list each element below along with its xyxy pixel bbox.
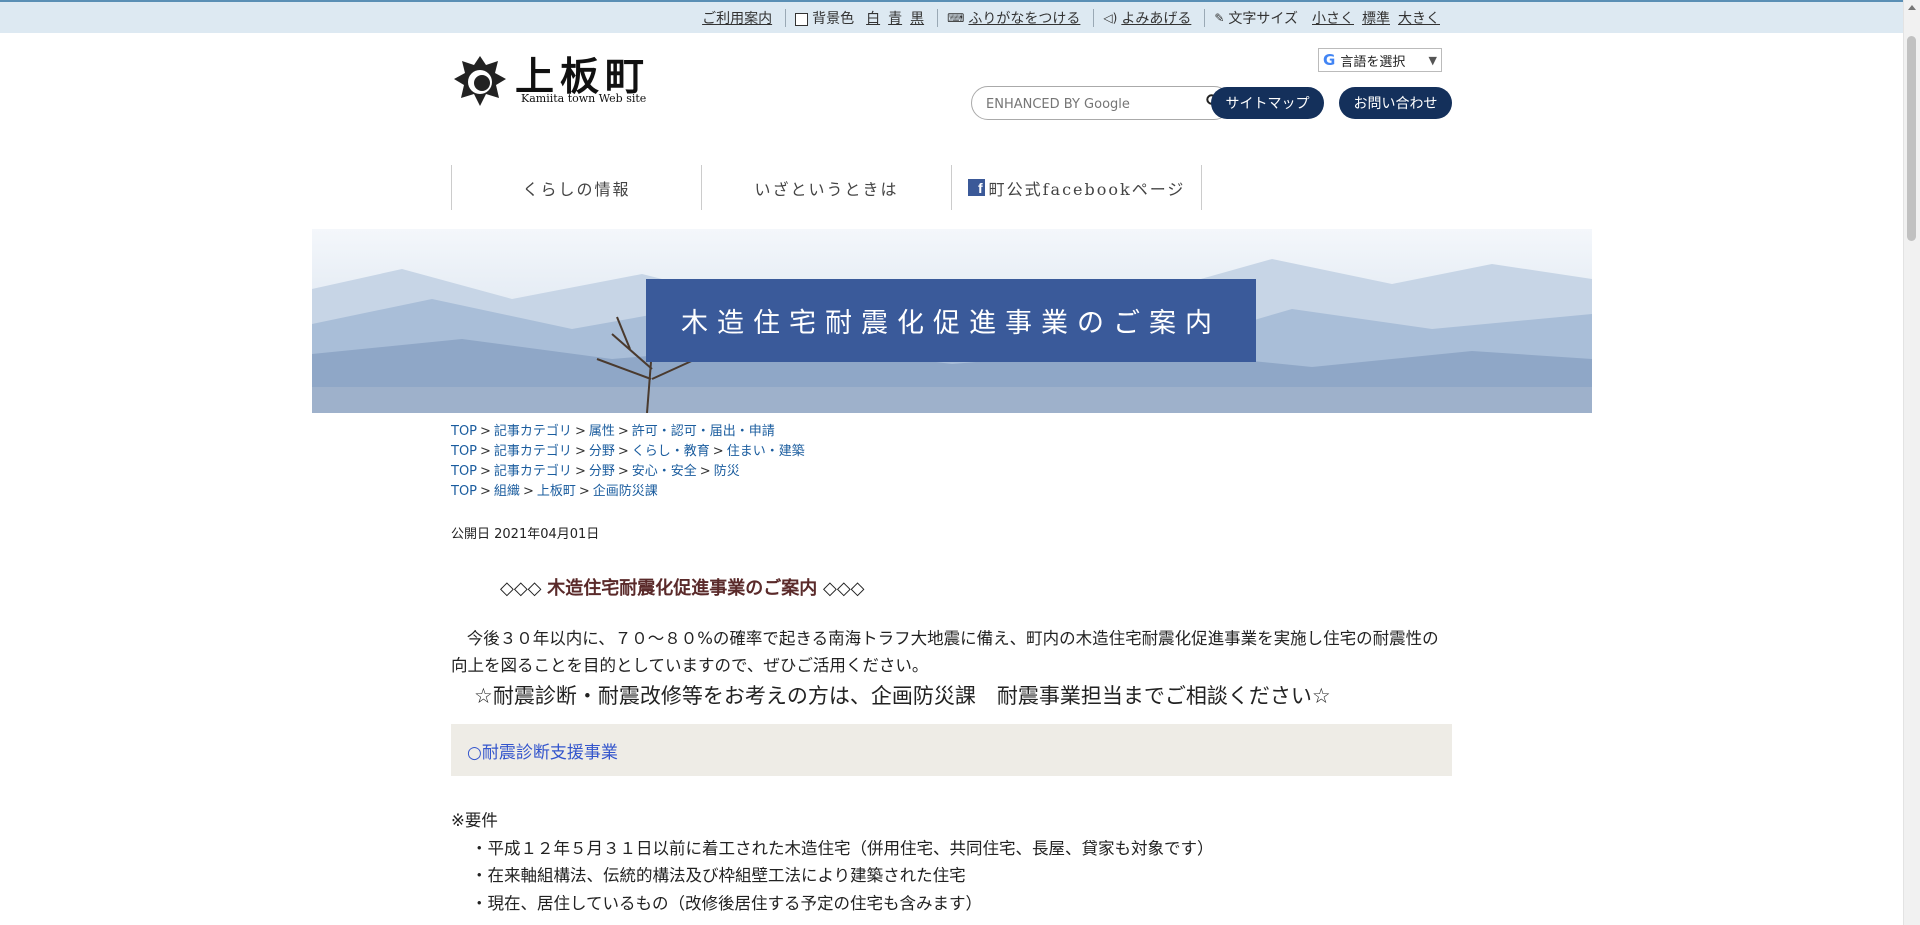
divider [1093, 9, 1095, 27]
published-date: 公開日 2021年04月01日 [451, 527, 600, 542]
scroll-up-icon[interactable] [1908, 5, 1916, 10]
font-large-link[interactable]: 大きく [1398, 8, 1440, 28]
breadcrumb-separator: > [522, 484, 534, 499]
article-title-text: 木造住宅耐震化促進事業のご案内 [547, 578, 818, 599]
divider [785, 9, 787, 27]
bg-black-link[interactable]: 黒 [910, 8, 924, 28]
town-emblem-icon [454, 56, 506, 106]
breadcrumb-link[interactable]: 記事カテゴリ [494, 424, 572, 439]
site-search [971, 86, 1231, 120]
nav-item-label: いざというときは [754, 179, 899, 199]
nav-item-emergency[interactable]: いざというときは [701, 165, 951, 210]
list-item: ・平成１２年５月３１日以前に着工された木造住宅（併用住宅、共同住宅、長屋、貸家も… [471, 838, 1214, 858]
breadcrumb-separator: > [480, 484, 491, 499]
bg-blue-link[interactable]: 青 [888, 8, 902, 28]
font-size-icon: ✎ [1214, 11, 1225, 25]
breadcrumb-link[interactable]: 安心・安全 [632, 464, 697, 479]
language-select-label: 言語を選択 [1340, 54, 1406, 70]
sitemap-button[interactable]: サイトマップ [1211, 87, 1324, 119]
requirements-heading: ※要件 [451, 811, 498, 830]
breadcrumb-link[interactable]: 許可・認可・届出・申請 [632, 424, 775, 439]
breadcrumb-link[interactable]: 属性 [589, 424, 615, 439]
bg-white-link[interactable]: 白 [866, 8, 880, 28]
banner-title: 木造住宅耐震化促進事業のご案内 [646, 279, 1256, 362]
breadcrumb-link[interactable]: 分野 [589, 464, 615, 479]
contact-button[interactable]: お問い合わせ [1339, 87, 1452, 119]
breadcrumb-separator: > [480, 444, 491, 459]
breadcrumb-separator: > [574, 444, 586, 459]
breadcrumb-separator: > [617, 444, 629, 459]
intro-text: 今後３０年以内に、７０～８０%の確率で起きる南海トラフ大地震に備え、町内の木造住… [451, 629, 1439, 675]
breadcrumb-separator: > [480, 464, 491, 479]
nav-item-label: くらしの情報 [522, 179, 631, 199]
breadcrumb-separator: > [712, 444, 724, 459]
list-item: ・現在、居住しているもの（改修後居住する予定の住宅も含みます） [471, 893, 983, 913]
breadcrumb-link[interactable]: TOP [451, 484, 477, 499]
read-aloud-link[interactable]: よみあげる [1121, 8, 1191, 28]
breadcrumb-link[interactable]: 記事カテゴリ [494, 464, 572, 479]
utility-links: ご利用案内 背景色 白 青 黒 ⌨ ふりがなをつける ◁) よみあげる ✎ 文字… [698, 8, 1444, 28]
section-heading: ○耐震診断支援事業 [451, 724, 1452, 776]
breadcrumb-separator: > [617, 464, 629, 479]
utility-bar: ご利用案内 背景色 白 青 黒 ⌨ ふりがなをつける ◁) よみあげる ✎ 文字… [0, 0, 1904, 33]
breadcrumb-link[interactable]: くらし・教育 [632, 444, 710, 459]
title-decoration: ◇◇◇ [500, 578, 542, 599]
speaker-icon: ◁) [1103, 11, 1118, 25]
breadcrumb-separator: > [578, 484, 590, 499]
breadcrumb-link[interactable]: 防災 [714, 464, 740, 479]
breadcrumb-row: TOP > 記事カテゴリ > 分野 > 安心・安全 > 防災 [451, 462, 805, 482]
furigana-icon: ⌨ [947, 11, 965, 25]
background-color-label: 背景色 [812, 11, 855, 27]
breadcrumb-link[interactable]: 上板町 [537, 484, 576, 499]
breadcrumb-separator: > [480, 424, 491, 439]
nav-item-living-info[interactable]: くらしの情報 [451, 165, 701, 210]
language-select[interactable]: G 言語を選択 ▼ [1318, 48, 1442, 72]
breadcrumb-link[interactable]: TOP [451, 424, 477, 439]
search-input[interactable] [984, 93, 1188, 115]
font-standard-link[interactable]: 標準 [1362, 8, 1390, 28]
font-small-link[interactable]: 小さく [1312, 8, 1354, 28]
title-decoration: ◇◇◇ [823, 578, 865, 599]
usage-guide-link[interactable]: ご利用案内 [702, 8, 772, 28]
font-size-label: 文字サイズ [1228, 11, 1298, 27]
nav-item-label: 町公式facebookページ [988, 179, 1186, 199]
furigana-link[interactable]: ふりがなをつける [968, 8, 1080, 28]
breadcrumb-link[interactable]: 住まい・建築 [727, 444, 805, 459]
section-heading-text: ○耐震診断支援事業 [467, 742, 618, 763]
breadcrumb-link[interactable]: 組織 [494, 484, 520, 499]
breadcrumb-row: TOP > 組織 > 上板町 > 企画防災課 [451, 482, 805, 502]
background-color-icon [795, 12, 809, 26]
breadcrumb-separator: > [699, 464, 711, 479]
global-nav: くらしの情報 いざというときは f 町公式facebookページ [451, 165, 1202, 210]
dropdown-arrow-icon: ▼ [1428, 53, 1437, 67]
breadcrumb-link[interactable]: TOP [451, 444, 477, 459]
nav-item-facebook[interactable]: f 町公式facebookページ [951, 165, 1202, 210]
breadcrumb-separator: > [574, 424, 586, 439]
breadcrumb-link[interactable]: 分野 [589, 444, 615, 459]
list-item: ・在来軸組構法、伝統的構法及び枠組壁工法により建築された住宅 [471, 866, 966, 885]
divider [937, 9, 939, 27]
breadcrumb-separator: > [574, 464, 586, 479]
requirements-list: ※要件 ・平成１２年５月３１日以前に着工された木造住宅（併用住宅、共同住宅、長屋… [451, 807, 1214, 917]
breadcrumb: TOP > 記事カテゴリ > 属性 > 許可・認可・届出・申請 TOP > 記事カテゴリ > 分野 >… [451, 422, 805, 502]
breadcrumb-row: TOP > 記事カテゴリ > 分野 > くらし・教育 > 住まい・建築 [451, 442, 805, 462]
call-to-action: ☆耐震診断・耐震改修等をお考えの方は、企画防災課 耐震事業担当までご相談ください… [474, 684, 1331, 708]
google-g-icon: G [1323, 51, 1336, 69]
breadcrumb-link[interactable]: 記事カテゴリ [494, 444, 572, 459]
article-title: ◇◇◇ 木造住宅耐震化促進事業のご案内 ◇◇◇ [500, 574, 865, 600]
logo-subtitle: Kamiita town Web site [521, 92, 647, 105]
site-logo[interactable]: 上板町 Kamiita town Web site [451, 46, 651, 110]
scrollbar-thumb[interactable] [1907, 36, 1916, 241]
breadcrumb-link[interactable]: 企画防災課 [593, 484, 658, 499]
vertical-scrollbar[interactable] [1903, 0, 1920, 925]
breadcrumb-separator: > [617, 424, 629, 439]
breadcrumb-link[interactable]: TOP [451, 464, 477, 479]
breadcrumb-row: TOP > 記事カテゴリ > 属性 > 許可・認可・届出・申請 [451, 422, 805, 442]
intro-paragraph: 今後３０年以内に、７０～８０%の確率で起きる南海トラフ大地震に備え、町内の木造住… [451, 625, 1451, 679]
divider [1204, 9, 1206, 27]
facebook-icon: f [967, 179, 985, 196]
